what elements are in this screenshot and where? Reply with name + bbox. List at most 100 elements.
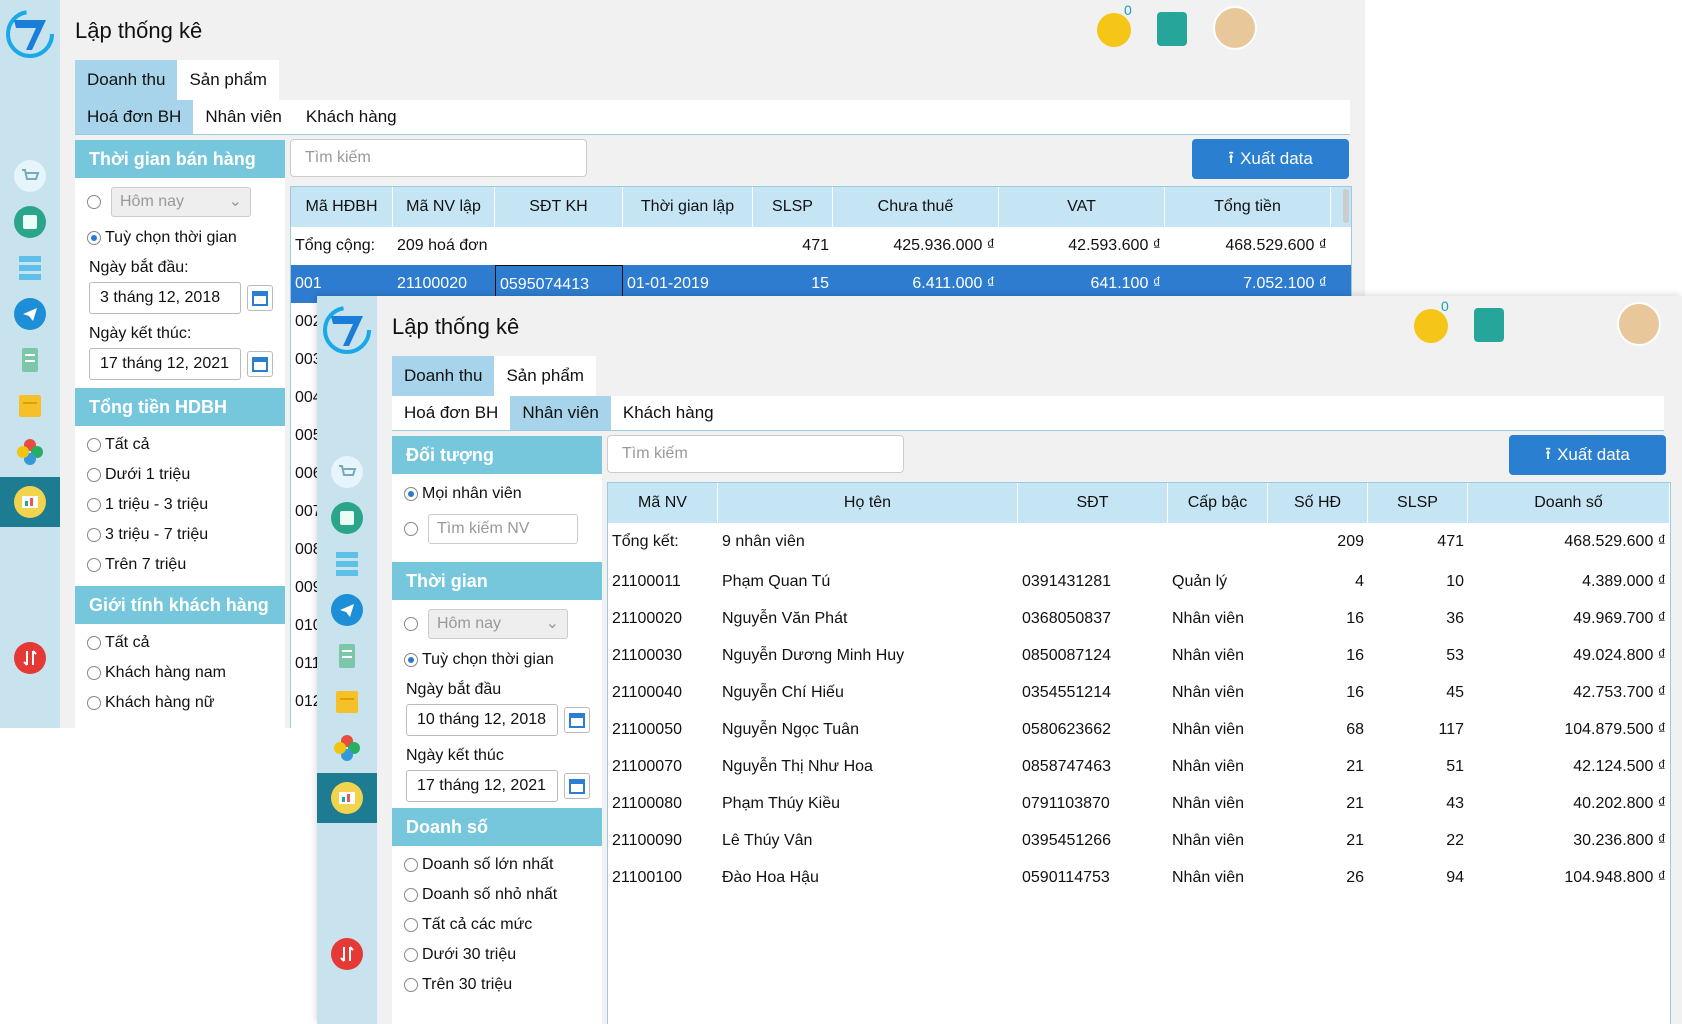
radio[interactable]	[87, 696, 101, 710]
flower-icon[interactable]	[14, 436, 46, 468]
calendar-icon[interactable]	[247, 285, 273, 311]
avatar[interactable]	[1617, 302, 1661, 346]
tab-staff[interactable]: Nhân viên	[193, 100, 294, 134]
radio[interactable]	[87, 528, 101, 542]
option-total-under-1m[interactable]: Dưới 1 triệu	[75, 460, 285, 490]
table-row[interactable]: 21100011 Phạm Quan Tú 0391431281 Quản lý 4 10…	[608, 563, 1670, 600]
radio[interactable]	[404, 888, 418, 902]
column-header[interactable]: Cấp bậc	[1168, 483, 1268, 523]
telegram-icon[interactable]	[331, 594, 363, 626]
address-book-icon[interactable]	[1157, 12, 1187, 46]
option-gender-all[interactable]: Tất cả	[75, 628, 285, 658]
table-row[interactable]: 21100090 Lê Thúy Vân 0395451266 Nhân viên 21…	[608, 822, 1670, 859]
flower-icon[interactable]	[331, 732, 363, 764]
server-icon[interactable]	[331, 548, 363, 580]
radio[interactable]	[87, 558, 101, 572]
tab-revenue[interactable]: Doanh thu	[392, 356, 495, 396]
tab-customers[interactable]: Khách hàng	[611, 396, 726, 430]
time-preset-select[interactable]: Hôm nay ⌄	[111, 187, 251, 217]
start-date-field[interactable]: 10 tháng 12, 2018	[406, 704, 558, 736]
dashboard-icon[interactable]	[14, 206, 46, 238]
column-header[interactable]: Doanh số	[1468, 483, 1670, 523]
table-row[interactable]: 21100070 Nguyễn Thị Như Hoa 0858747463 Nhân…	[608, 748, 1670, 785]
radio[interactable]	[87, 666, 101, 680]
radio[interactable]	[404, 858, 418, 872]
option-revenue-all[interactable]: Tất cả các mức	[392, 910, 602, 940]
tab-staff[interactable]: Nhân viên	[510, 396, 611, 430]
option-all-staff[interactable]: Mọi nhân viên	[392, 478, 602, 510]
option-revenue-max[interactable]: Doanh số lớn nhất	[392, 850, 602, 880]
option-total-over-7m[interactable]: Trên 7 triệu	[75, 550, 285, 580]
calendar-icon[interactable]	[564, 773, 590, 799]
option-preset-time[interactable]: Hôm nay ⌄	[75, 182, 285, 222]
start-date-field[interactable]: 3 tháng 12, 2018	[89, 282, 241, 314]
end-date-field[interactable]: 17 tháng 12, 2021	[89, 348, 241, 380]
statistics-icon[interactable]	[331, 782, 363, 814]
export-button[interactable]: ⭱ Xuất data	[1192, 139, 1349, 179]
table-row[interactable]: 21100020 Nguyễn Văn Phát 0368050837 Nhân vi…	[608, 600, 1670, 637]
cart-icon[interactable]	[14, 160, 46, 192]
column-header[interactable]: Mã NV lập	[393, 187, 495, 227]
column-header[interactable]: Số HĐ	[1268, 483, 1368, 523]
radio-preset-time[interactable]	[87, 195, 101, 209]
option-revenue-over-30m[interactable]: Trên 30 triệu	[392, 970, 602, 1000]
time-preset-select[interactable]: Hôm nay ⌄	[428, 609, 568, 639]
option-custom-time[interactable]: Tuỳ chọn thời gian	[75, 222, 285, 254]
end-date-field[interactable]: 17 tháng 12, 2021	[406, 770, 558, 802]
column-header[interactable]: VAT	[999, 187, 1165, 227]
dashboard-icon[interactable]	[331, 502, 363, 534]
option-total-1-3m[interactable]: 1 triệu - 3 triệu	[75, 490, 285, 520]
notes-icon[interactable]	[331, 686, 363, 718]
address-book-icon[interactable]	[1474, 308, 1504, 342]
clipboard-icon[interactable]	[1414, 309, 1448, 343]
calendar-icon[interactable]	[247, 351, 273, 377]
column-header[interactable]: Chưa thuế	[833, 187, 999, 227]
option-gender-female[interactable]: Khách hàng nữ	[75, 688, 285, 718]
option-total-all[interactable]: Tất cả	[75, 430, 285, 460]
column-header[interactable]: Tổng tiền	[1165, 187, 1331, 227]
column-header[interactable]: SLSP	[753, 187, 833, 227]
option-preset-time[interactable]: Hôm nay ⌄	[392, 604, 602, 644]
avatar[interactable]	[1213, 6, 1257, 50]
tab-products[interactable]: Sản phẩm	[177, 60, 279, 100]
option-gender-male[interactable]: Khách hàng nam	[75, 658, 285, 688]
search-input[interactable]: Tìm kiếm	[607, 435, 904, 473]
column-header[interactable]: SLSP	[1368, 483, 1468, 523]
table-row[interactable]: 21100040 Nguyễn Chí Hiếu 0354551214 Nhân vi…	[608, 674, 1670, 711]
notes-icon[interactable]	[14, 390, 46, 422]
radio-custom-time[interactable]	[404, 653, 418, 667]
tab-invoices[interactable]: Hoá đơn BH	[75, 100, 194, 134]
server-icon[interactable]	[14, 252, 46, 284]
column-header[interactable]: Mã HĐBH	[291, 187, 393, 227]
radio[interactable]	[404, 948, 418, 962]
receipt-icon[interactable]	[331, 640, 363, 672]
column-header[interactable]: SĐT	[1018, 483, 1168, 523]
scrollbar[interactable]	[1343, 189, 1349, 223]
search-input[interactable]: Tìm kiếm	[290, 139, 587, 177]
radio-all-staff[interactable]	[404, 487, 418, 501]
radio[interactable]	[87, 468, 101, 482]
option-total-3-7m[interactable]: 3 triệu - 7 triệu	[75, 520, 285, 550]
tab-products[interactable]: Sản phẩm	[494, 356, 596, 396]
radio[interactable]	[87, 498, 101, 512]
tab-revenue[interactable]: Doanh thu	[75, 60, 178, 100]
column-header[interactable]: Mã NV	[608, 483, 718, 523]
column-header[interactable]: Họ tên	[718, 483, 1018, 523]
table-row[interactable]: 21100080 Phạm Thúy Kiều 0791103870 Nhân viê…	[608, 785, 1670, 822]
table-row[interactable]: 21100030 Nguyễn Dương Minh Huy 0850087124 N…	[608, 637, 1670, 674]
radio-preset-time[interactable]	[404, 617, 418, 631]
column-header[interactable]: Thời gian lập	[623, 187, 753, 227]
radio[interactable]	[404, 918, 418, 932]
radio[interactable]	[87, 636, 101, 650]
clipboard-icon[interactable]	[1097, 13, 1131, 47]
sync-icon[interactable]	[14, 642, 46, 674]
radio[interactable]	[404, 978, 418, 992]
column-header[interactable]: SĐT KH	[495, 187, 623, 227]
radio[interactable]	[87, 438, 101, 452]
tab-invoices[interactable]: Hoá đơn BH	[392, 396, 510, 430]
telegram-icon[interactable]	[14, 298, 46, 330]
export-button[interactable]: ⭱ Xuất data	[1509, 435, 1666, 475]
option-search-staff[interactable]: Tìm kiếm NV	[392, 510, 602, 548]
staff-search-input[interactable]: Tìm kiếm NV	[428, 514, 578, 544]
statistics-icon[interactable]	[14, 486, 46, 518]
